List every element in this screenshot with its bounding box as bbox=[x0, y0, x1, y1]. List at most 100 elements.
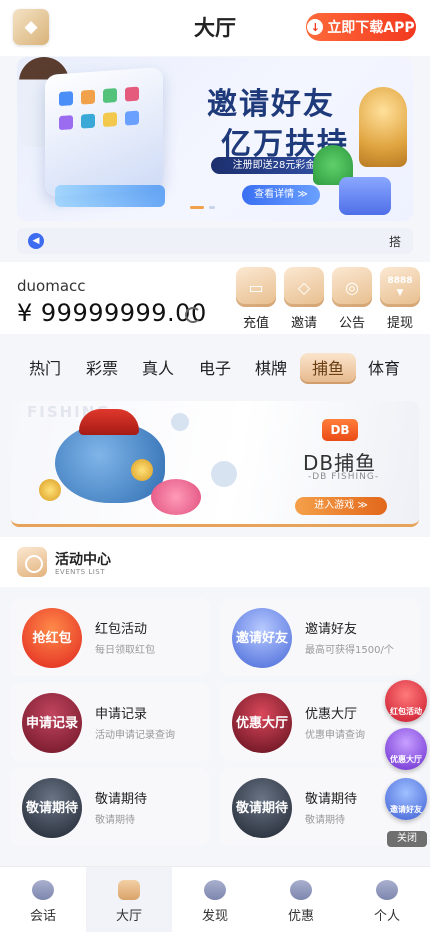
nav-label: 优惠 bbox=[287, 909, 314, 924]
event-title: 敬请期待 bbox=[95, 792, 148, 807]
user-icon bbox=[376, 880, 398, 900]
banner-dot-active[interactable] bbox=[190, 206, 204, 209]
event-title: 邀请好友 bbox=[305, 622, 358, 637]
promo-banner[interactable]: 邀请好友 亿万扶持 注册即送28元彩金 查看详情 ≫ bbox=[17, 57, 413, 221]
event-desc: 敬请期待 bbox=[305, 815, 345, 826]
coin-image bbox=[39, 479, 61, 501]
invite-button[interactable]: ◇ 邀请 bbox=[284, 267, 324, 331]
download-icon: ↓ bbox=[307, 19, 324, 35]
banner-headline-1: 邀请好友 bbox=[207, 87, 335, 122]
coming-soon-image: 敬请期待 bbox=[232, 778, 292, 838]
banner-gold-image bbox=[359, 87, 407, 167]
event-desc: 最高可获得1500/个 bbox=[305, 645, 394, 656]
banner-phone-image bbox=[45, 66, 163, 198]
pink-fish-image bbox=[151, 479, 201, 515]
db-logo: DB bbox=[322, 419, 358, 441]
top-bar: ◆ 大厅 ↓ 立即下载APP bbox=[0, 0, 430, 56]
username: duomacc bbox=[17, 277, 86, 295]
down-arrow-icon: ▼ bbox=[396, 288, 404, 298]
nav-label: 发现 bbox=[201, 909, 228, 924]
float-promo-hall-button[interactable]: 优惠大厅 bbox=[385, 728, 427, 770]
yen-icon bbox=[290, 880, 312, 900]
nav-label: 个人 bbox=[373, 909, 400, 924]
compass-icon bbox=[204, 880, 226, 900]
diamond-icon: ◇ bbox=[284, 267, 324, 307]
withdraw-label: 提现 bbox=[386, 316, 413, 331]
invite-image: 邀请好友 bbox=[232, 608, 292, 668]
records-image: 申请记录 bbox=[22, 693, 82, 753]
red-packet-image: 抢红包 bbox=[22, 608, 82, 668]
events-subtitle: EVENTS LIST bbox=[55, 568, 105, 576]
enter-game-button[interactable]: 进入游戏 ≫ bbox=[295, 497, 387, 515]
wallet-icon: ▭ bbox=[236, 267, 276, 307]
deposit-button[interactable]: ▭ 充值 bbox=[236, 267, 276, 331]
promo-hall-image: 优惠大厅 bbox=[232, 693, 292, 753]
event-title: 敬请期待 bbox=[305, 792, 358, 807]
announcement-button[interactable]: ◎ 公告 bbox=[332, 267, 372, 331]
balance: ¥ 99999999.00 bbox=[17, 299, 207, 327]
tab-fishing[interactable]: 捕鱼 bbox=[300, 353, 356, 384]
wallet-actions: ▭ 充值 ◇ 邀请 ◎ 公告 8888 ▼ 提现 bbox=[236, 267, 420, 331]
coming-soon-image: 敬请期待 bbox=[22, 778, 82, 838]
coin-image bbox=[131, 459, 153, 481]
events-header: 活动中心 EVENTS LIST bbox=[0, 537, 430, 587]
float-red-packet-button[interactable]: 红包活动 bbox=[385, 680, 427, 722]
invite-label: 邀请 bbox=[290, 316, 317, 331]
banner-dot[interactable] bbox=[209, 206, 215, 209]
event-desc: 敬请期待 bbox=[95, 815, 135, 826]
event-card-invite[interactable]: 邀请好友 邀请好友 最高可获得1500/个 bbox=[220, 598, 420, 676]
tab-cards[interactable]: 棋牌 bbox=[243, 353, 299, 384]
bottom-nav: 会话 大厅 发现 优惠 个人 bbox=[0, 866, 430, 932]
tab-sports[interactable]: 体育 bbox=[356, 353, 412, 384]
event-desc: 每日领取红包 bbox=[95, 645, 155, 656]
withdraw-badge: 8888 bbox=[387, 276, 413, 286]
nav-lobby[interactable]: 大厅 bbox=[86, 867, 172, 932]
lobby-icon bbox=[118, 880, 140, 900]
float-invite-button[interactable]: 邀请好友 bbox=[385, 778, 427, 820]
refresh-icon[interactable] bbox=[185, 307, 201, 323]
event-title: 优惠大厅 bbox=[305, 707, 358, 722]
game-card-db-fishing[interactable]: FISHING DB DB捕鱼 -DB FISHING- 进入游戏 ≫ bbox=[11, 401, 419, 527]
events-title: 活动中心 bbox=[55, 552, 111, 568]
announcement-label: 公告 bbox=[338, 316, 365, 331]
withdraw-button[interactable]: 8888 ▼ 提现 bbox=[380, 267, 420, 331]
speaker-icon: ◀ bbox=[28, 233, 44, 249]
event-desc: 优惠申请查询 bbox=[305, 730, 365, 741]
notice-text: 搭 bbox=[388, 235, 401, 249]
tab-live[interactable]: 真人 bbox=[130, 353, 186, 384]
download-app-label: 立即下载APP bbox=[327, 20, 415, 36]
tab-hot[interactable]: 热门 bbox=[17, 353, 73, 384]
wallet-panel: duomacc ¥ 99999999.00 ▭ 充值 ◇ 邀请 ◎ 公告 888… bbox=[0, 262, 430, 334]
tab-lottery[interactable]: 彩票 bbox=[74, 353, 130, 384]
shark-hat bbox=[79, 409, 139, 435]
download-app-button[interactable]: ↓ 立即下载APP bbox=[306, 13, 416, 41]
notice-bar[interactable]: ◀ 搭 bbox=[17, 228, 413, 254]
bubble-image bbox=[211, 461, 237, 487]
nav-promotions[interactable]: 优惠 bbox=[258, 867, 344, 932]
chat-icon bbox=[32, 880, 54, 900]
megaphone-icon: ◎ bbox=[332, 267, 372, 307]
float-close-button[interactable]: 关闭 bbox=[387, 831, 427, 847]
nav-discover[interactable]: 发现 bbox=[172, 867, 258, 932]
deposit-label: 充值 bbox=[242, 316, 269, 331]
event-card-coming-soon[interactable]: 敬请期待 敬请期待 敬请期待 bbox=[10, 768, 210, 846]
event-title: 红包活动 bbox=[95, 622, 148, 637]
nav-profile[interactable]: 个人 bbox=[344, 867, 430, 932]
banner-details-button[interactable]: 查看详情 ≫ bbox=[242, 185, 320, 205]
nav-label: 会话 bbox=[29, 909, 56, 924]
withdraw-icon: 8888 ▼ bbox=[380, 267, 420, 307]
event-card-records[interactable]: 申请记录 申请记录 活动申请记录查询 bbox=[10, 683, 210, 761]
nav-chat[interactable]: 会话 bbox=[0, 867, 86, 932]
shark-mascot-image bbox=[35, 409, 205, 517]
game-subtitle: -DB FISHING- bbox=[308, 472, 380, 482]
banner-pagination bbox=[190, 206, 215, 209]
events-icon bbox=[17, 547, 47, 577]
tab-slots[interactable]: 电子 bbox=[187, 353, 243, 384]
banner-money-image bbox=[55, 185, 165, 207]
event-desc: 活动申请记录查询 bbox=[95, 730, 175, 741]
nav-label: 大厅 bbox=[115, 909, 142, 924]
banner-gift-image bbox=[339, 177, 391, 215]
category-tabs: 热门 彩票 真人 电子 棋牌 捕鱼 体育 bbox=[0, 340, 430, 396]
event-card-red-packet[interactable]: 抢红包 红包活动 每日领取红包 bbox=[10, 598, 210, 676]
event-title: 申请记录 bbox=[95, 707, 148, 722]
